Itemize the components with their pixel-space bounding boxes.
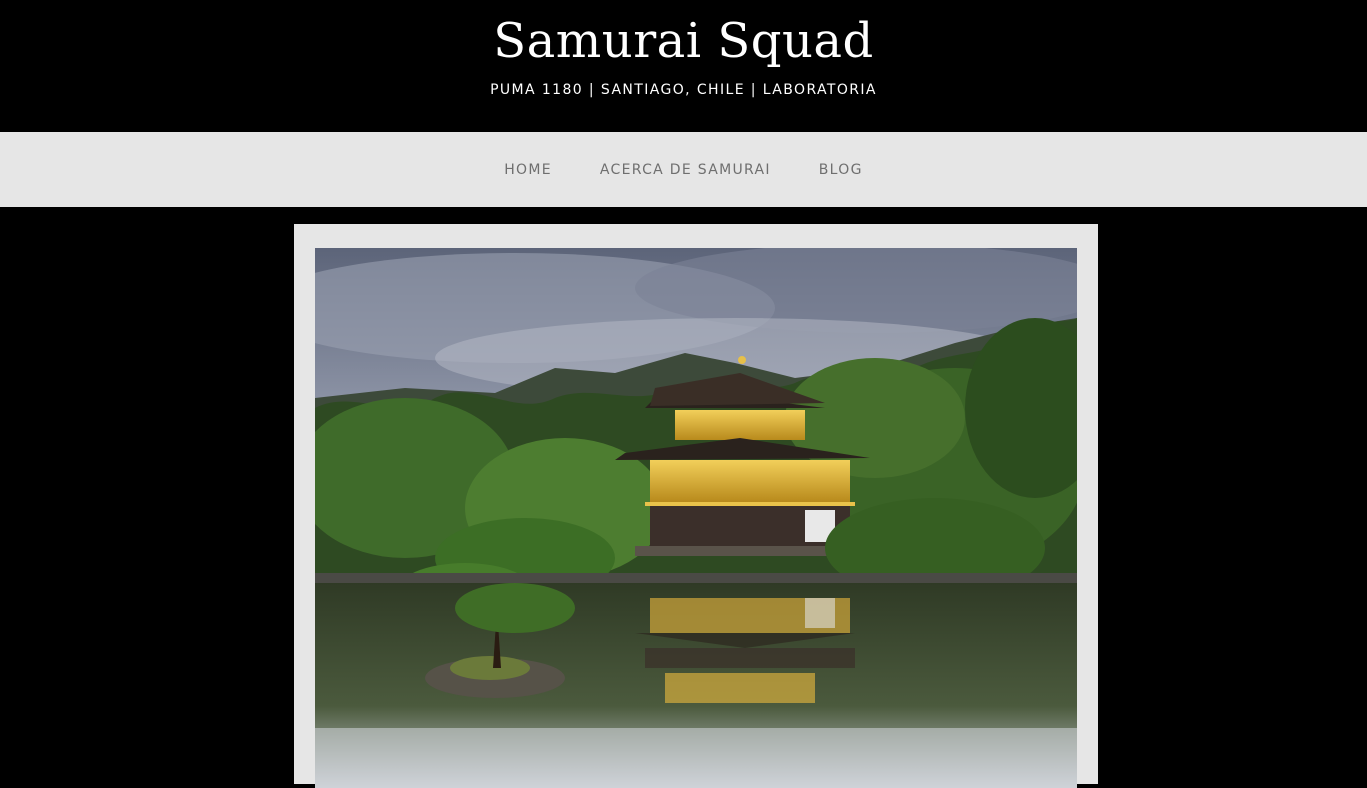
site-subtitle: PUMA 1180 | SANTIAGO, CHILE | LABORATORI… xyxy=(490,82,877,98)
nav-link-blog[interactable]: BLOG xyxy=(819,162,863,178)
content-frame xyxy=(294,224,1098,788)
photo-icon xyxy=(315,248,1077,788)
main-nav: HOME ACERCA DE SAMURAI BLOG xyxy=(0,132,1367,207)
hero-photo xyxy=(315,248,1077,788)
site-title: Samurai Squad xyxy=(493,13,874,69)
nav-link-home[interactable]: HOME xyxy=(504,162,552,178)
nav-link-acerca[interactable]: ACERCA DE SAMURAI xyxy=(600,162,771,178)
site-header: Samurai Squad PUMA 1180 | SANTIAGO, CHIL… xyxy=(0,0,1367,132)
